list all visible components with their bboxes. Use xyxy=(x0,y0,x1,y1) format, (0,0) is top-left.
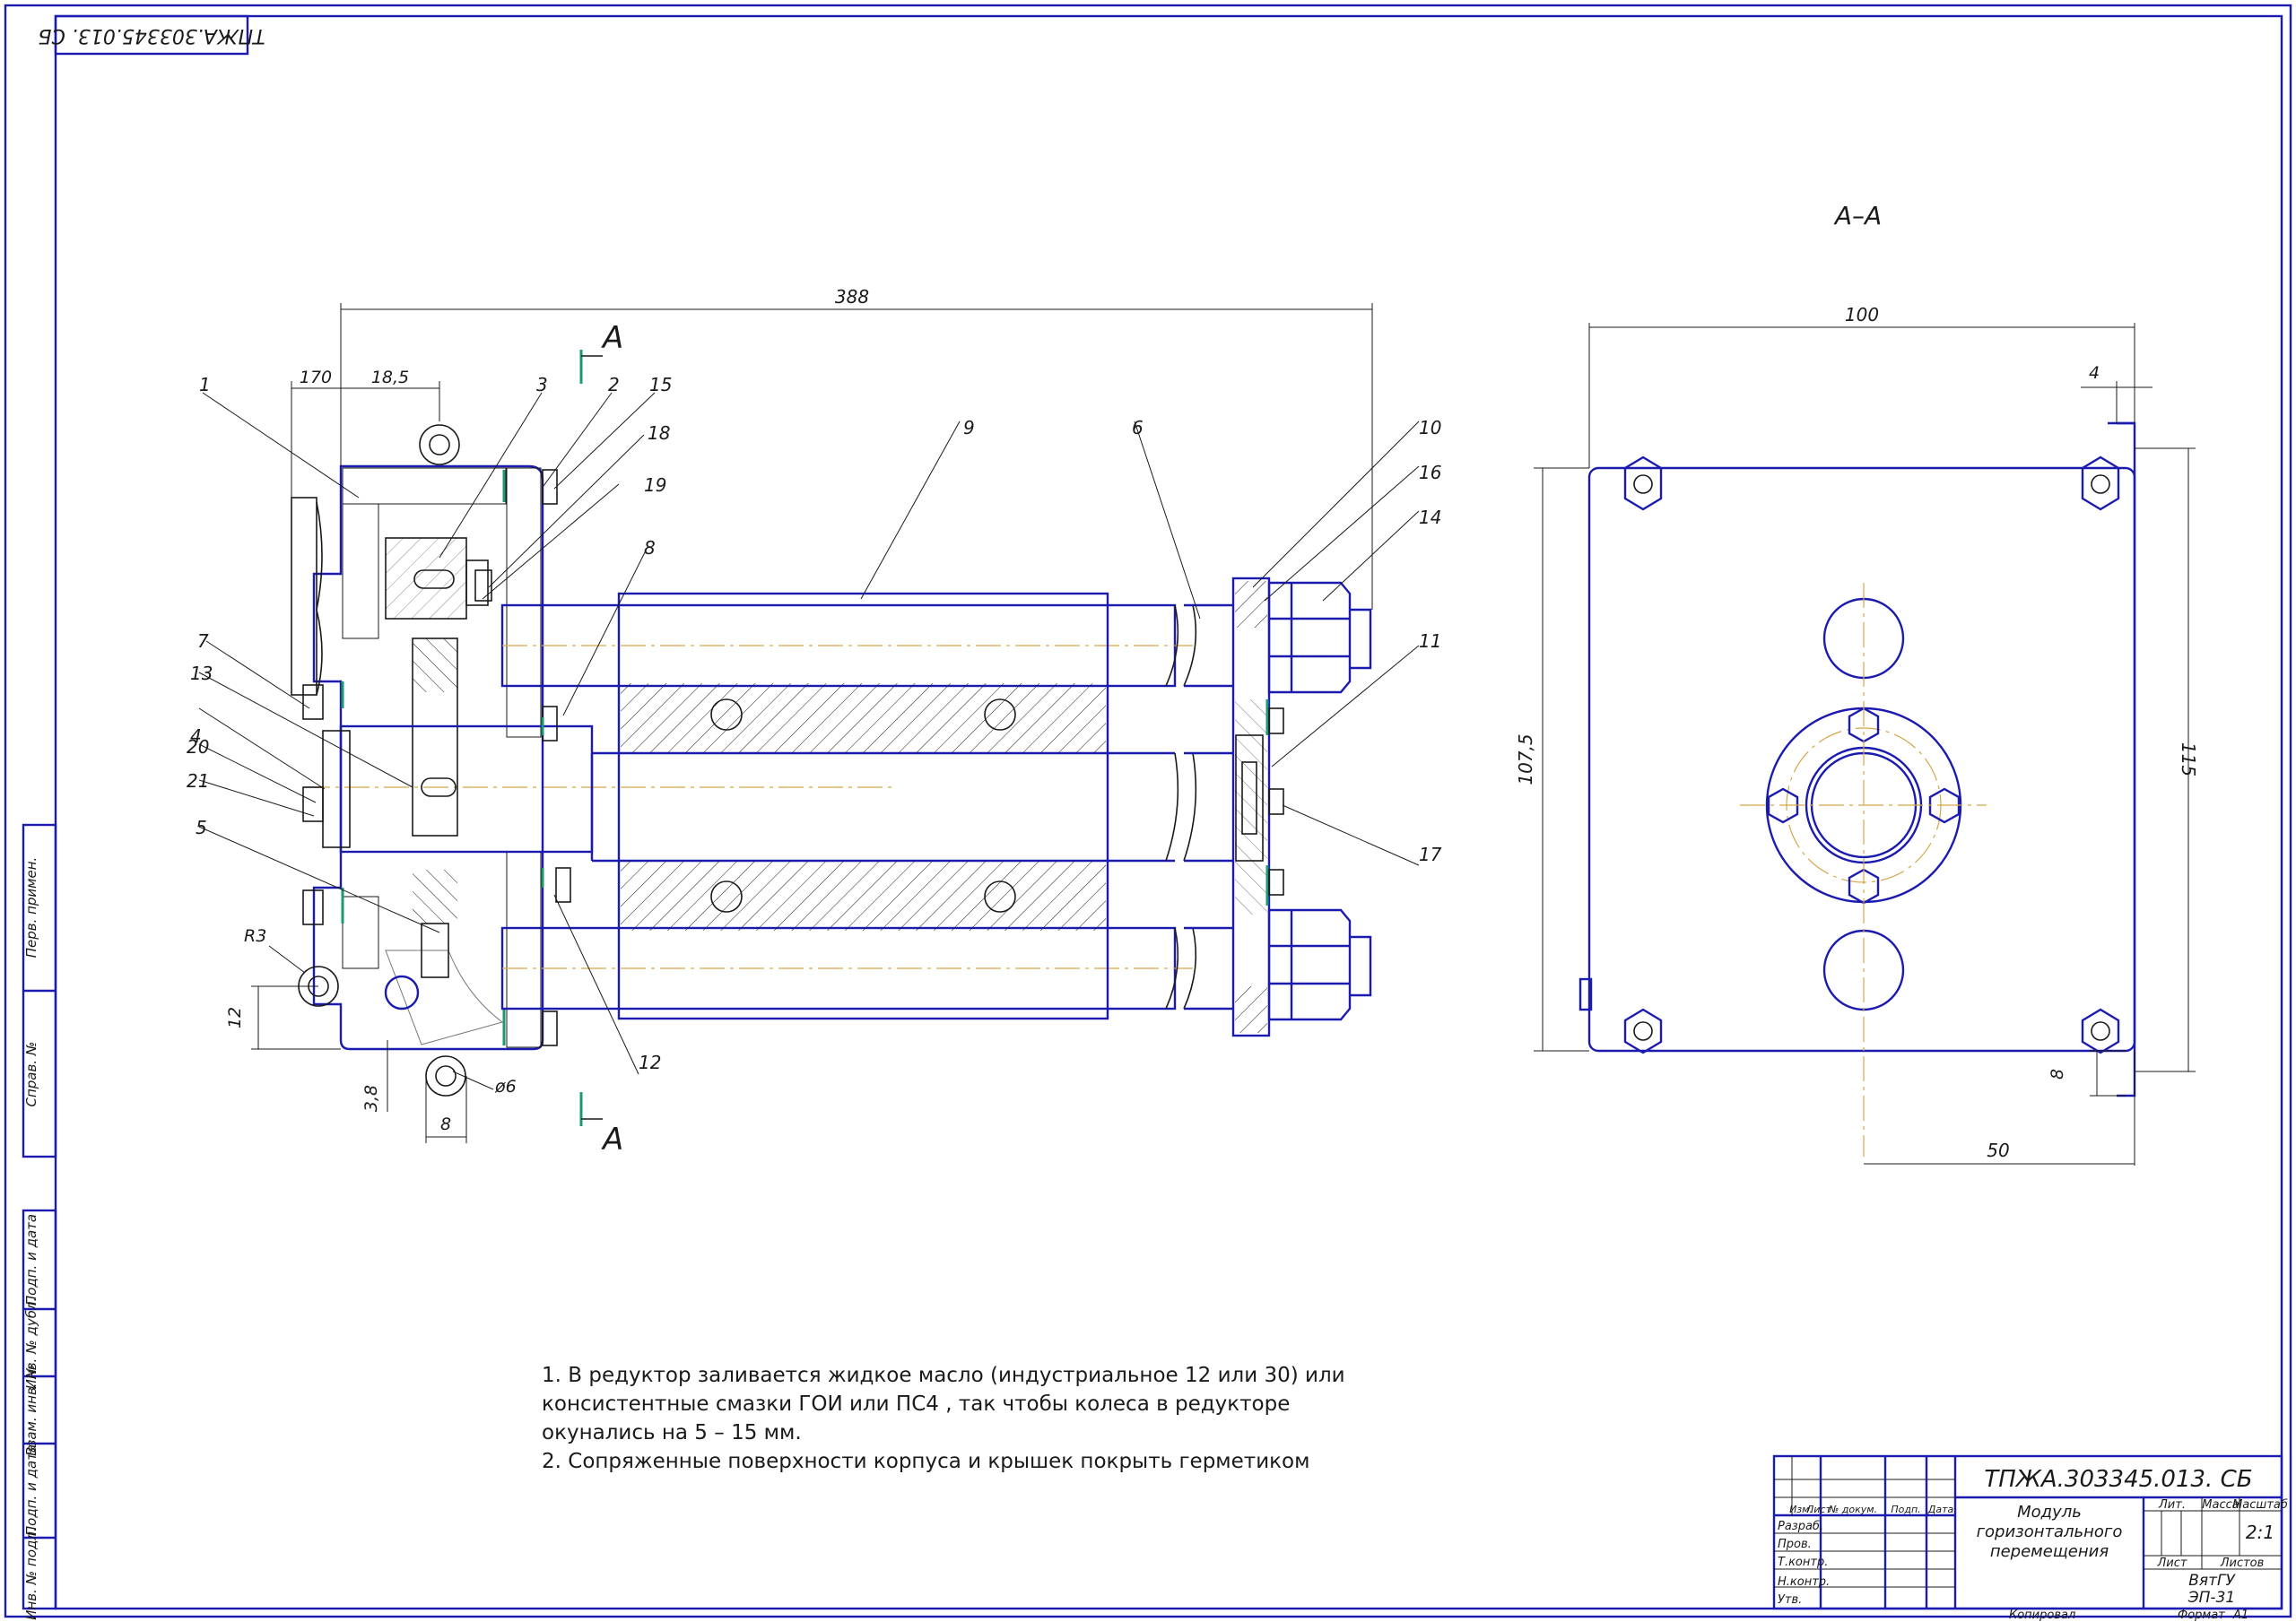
main-shaft xyxy=(339,724,594,854)
svg-text:11: 11 xyxy=(1419,630,1441,652)
svg-text:Утв.: Утв. xyxy=(1778,1593,1802,1607)
carriage-block xyxy=(617,592,1109,1020)
svg-text:перемещения: перемещения xyxy=(1990,1542,2109,1561)
svg-text:горизонтального: горизонтального xyxy=(1977,1522,2123,1541)
title-code: ТПЖА.303345.013. СБ xyxy=(1984,1466,2252,1493)
svg-text:6: 6 xyxy=(1132,417,1144,438)
svg-text:Разраб.: Разраб. xyxy=(1778,1520,1823,1533)
svg-text:Формат: Формат xyxy=(2178,1609,2225,1622)
svg-text:8: 8 xyxy=(440,1115,451,1134)
end-nuts xyxy=(1267,581,1372,1021)
svg-text:Копировал: Копировал xyxy=(2009,1609,2075,1622)
main-view: А А 388 170 18,5 R3 12 3,8 8 ø6 1 2 3 4 … xyxy=(187,286,1442,1158)
strip-perv: Перв. примен. xyxy=(23,857,39,958)
dimensions-section: 100 4 107,5 115 50 8 xyxy=(1515,304,2199,1166)
svg-text:12: 12 xyxy=(225,1007,245,1028)
rotated-code: ТПЖА.303345.013. СБ xyxy=(38,24,265,47)
svg-text:№ докум.: № докум. xyxy=(1828,1504,1877,1515)
note-line-1: 1. В редуктор заливается жидкое масло (и… xyxy=(542,1364,1345,1387)
svg-text:Модуль: Модуль xyxy=(2017,1503,2082,1522)
svg-text:А: А xyxy=(601,1122,623,1158)
strip-vzam: Взам. инв. № xyxy=(23,1365,39,1456)
svg-text:17: 17 xyxy=(1419,844,1442,865)
svg-text:18,5: 18,5 xyxy=(371,368,409,387)
note-line-3: окунались на 5 – 15 мм. xyxy=(542,1421,802,1444)
section-plate xyxy=(1587,466,2136,1053)
section-view: А–А 100 4 107,5 115 50 8 xyxy=(1515,201,2199,1166)
svg-text:Лит.: Лит. xyxy=(2158,1498,2186,1512)
strip-sprav: Справ. № xyxy=(23,1042,39,1107)
svg-text:16: 16 xyxy=(1419,462,1441,483)
svg-text:Дата: Дата xyxy=(1927,1504,1954,1515)
strip-podl: Инв. № подл. xyxy=(23,1527,39,1619)
svg-text:1: 1 xyxy=(199,374,211,395)
svg-text:100: 100 xyxy=(1845,304,1879,325)
svg-text:А1: А1 xyxy=(2232,1609,2248,1622)
svg-text:3,8: 3,8 xyxy=(361,1085,381,1112)
section-title: А–А xyxy=(1833,201,1882,230)
svg-text:Т.контр.: Т.контр. xyxy=(1778,1556,1828,1569)
note-line-2: консистентные смазки ГОИ или ПС4 , так ч… xyxy=(542,1392,1291,1416)
svg-text:А: А xyxy=(601,320,623,356)
svg-text:18: 18 xyxy=(648,422,670,444)
svg-text:7: 7 xyxy=(197,630,209,652)
svg-text:Пров.: Пров. xyxy=(1778,1538,1812,1551)
svg-text:2: 2 xyxy=(608,374,620,395)
svg-text:170: 170 xyxy=(300,368,332,387)
svg-text:14: 14 xyxy=(1419,507,1441,528)
svg-text:4: 4 xyxy=(2089,363,2100,383)
strip-podp1: Подп. и дата xyxy=(23,1214,39,1305)
svg-text:50: 50 xyxy=(1987,1140,2009,1161)
title-block: ТПЖА.303345.013. СБ Изм. Лист № докум. П… xyxy=(1772,1454,2288,1622)
svg-text:115: 115 xyxy=(2178,742,2199,776)
svg-text:20: 20 xyxy=(187,736,209,758)
svg-text:3: 3 xyxy=(536,374,548,395)
technical-notes: 1. В редуктор заливается жидкое масло (и… xyxy=(542,1361,1345,1476)
svg-text:2:1: 2:1 xyxy=(2246,1522,2274,1543)
svg-text:9: 9 xyxy=(963,417,975,438)
svg-text:Подп.: Подп. xyxy=(1891,1504,1920,1515)
svg-text:Лист: Лист xyxy=(2157,1557,2187,1570)
svg-text:21: 21 xyxy=(187,770,209,792)
svg-text:15: 15 xyxy=(649,374,672,395)
svg-text:19: 19 xyxy=(644,474,666,496)
section-mark-bottom: А xyxy=(579,1092,623,1158)
svg-text:R3: R3 xyxy=(244,926,266,946)
svg-text:107,5: 107,5 xyxy=(1515,733,1536,785)
svg-text:8: 8 xyxy=(644,537,656,559)
svg-text:5: 5 xyxy=(196,817,207,838)
rotated-code-box: ТПЖА.303345.013. СБ xyxy=(38,14,265,56)
svg-text:Масштаб: Масштаб xyxy=(2232,1498,2288,1512)
svg-text:ø6: ø6 xyxy=(494,1077,517,1097)
svg-text:ЭП-31: ЭП-31 xyxy=(2187,1589,2235,1607)
note-line-4: 2. Сопряженные поверхности корпуса и кры… xyxy=(542,1450,1310,1473)
svg-text:12: 12 xyxy=(639,1052,661,1073)
svg-text:10: 10 xyxy=(1419,417,1441,438)
svg-text:8: 8 xyxy=(2048,1069,2067,1080)
svg-text:ВятГУ: ВятГУ xyxy=(2188,1572,2236,1590)
svg-text:Листов: Листов xyxy=(2220,1557,2265,1570)
svg-text:13: 13 xyxy=(190,663,213,684)
side-strip: Перв. примен. Справ. № Подп. и дата Инв.… xyxy=(22,823,57,1620)
svg-text:Н.контр.: Н.контр. xyxy=(1778,1575,1830,1589)
svg-text:388: 388 xyxy=(835,286,869,308)
strip-podp2: Подп. и дата xyxy=(23,1444,39,1536)
